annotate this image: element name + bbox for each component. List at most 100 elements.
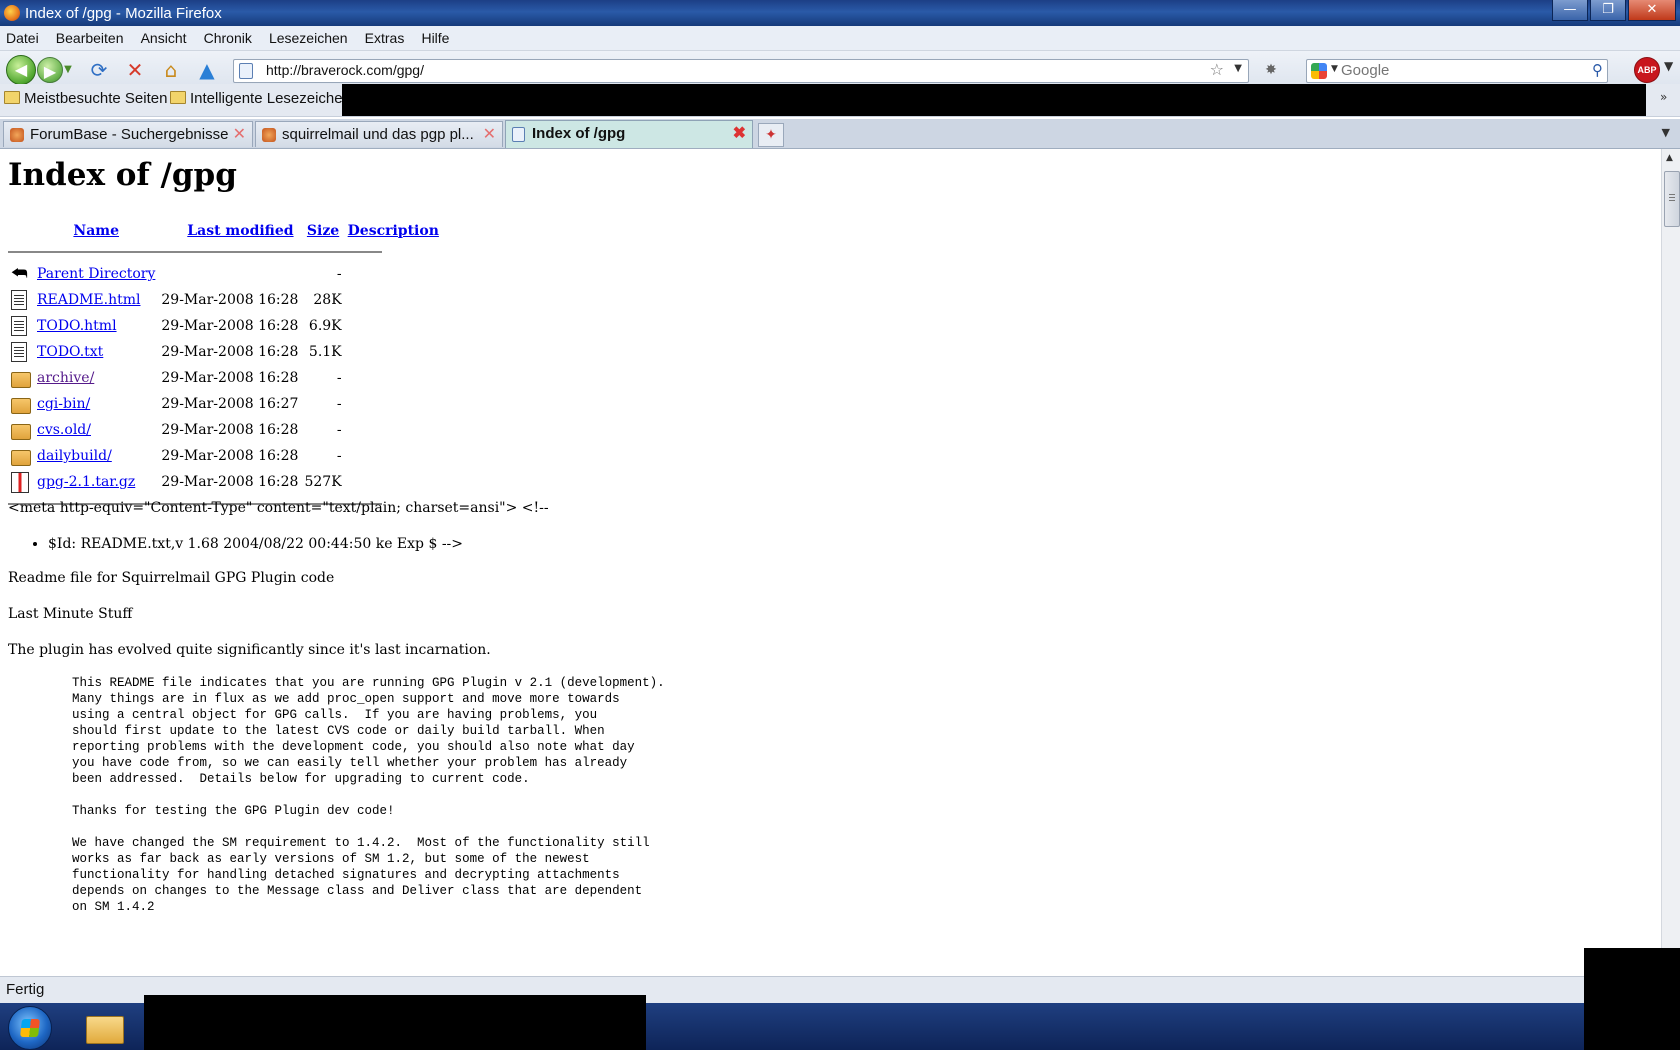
redacted-region <box>342 84 1646 116</box>
reload-icon[interactable]: ⟳ <box>86 58 112 82</box>
tab-label: squirrelmail und das pgp pl... <box>282 126 474 143</box>
scrollbar-thumb[interactable] <box>1664 171 1680 227</box>
menu-chronik[interactable]: Chronik <box>198 26 258 50</box>
folder-link[interactable]: archive/ <box>37 370 94 386</box>
adblock-button[interactable]: ABP <box>1634 57 1660 83</box>
page-content: Index of /gpg Name Last modified Size De… <box>0 149 1661 976</box>
bookmark-label: Intelligente Lesezeiche <box>190 90 343 107</box>
url-dropdown-icon[interactable]: ▼ <box>1234 63 1242 74</box>
folder-icon <box>11 372 31 388</box>
toolbar-overflow-icon[interactable]: ▼ <box>1664 59 1673 73</box>
status-text: Fertig <box>6 981 45 998</box>
tab-label: ForumBase - Suchergebnisse <box>30 126 229 143</box>
address-url[interactable]: http://braverock.com/gpg/ <box>266 62 424 78</box>
menu-hilfe[interactable]: Hilfe <box>415 26 455 50</box>
file-modified: 29-Mar-2008 16:28 <box>161 344 299 360</box>
search-input[interactable] <box>1341 61 1571 79</box>
bookmark-intelligente[interactable]: Intelligente Lesezeiche <box>170 90 343 107</box>
history-dropdown-icon[interactable]: ▼ <box>62 58 74 82</box>
menu-datei[interactable]: Datei <box>0 26 45 50</box>
new-tab-button[interactable]: ✦ <box>758 123 784 147</box>
folder-icon <box>11 398 31 414</box>
bookmarks-overflow-icon[interactable]: » <box>1660 90 1667 104</box>
page-icon <box>239 63 253 79</box>
bookmark-star-icon[interactable]: ☆ <box>1210 60 1224 79</box>
archive-file-icon <box>11 471 29 493</box>
file-size: 6.9K <box>308 318 342 334</box>
text-file-icon <box>11 316 27 336</box>
home-icon[interactable]: ⌂ <box>158 58 184 82</box>
menu-extras[interactable]: Extras <box>359 26 411 50</box>
table-row: dailybuild/ 29-Mar-2008 16:28 - <box>8 443 442 469</box>
sort-by-description-link[interactable]: Description <box>348 223 439 239</box>
explorer-taskbar-button[interactable] <box>84 1008 124 1046</box>
tab-index-gpg[interactable]: Index of /gpg ✖ <box>505 120 753 148</box>
list-item: $Id: README.txt,v 1.68 2004/08/22 00:44:… <box>48 536 463 552</box>
forward-button[interactable]: ▶ <box>37 57 63 83</box>
forum-favicon-icon <box>262 128 276 142</box>
folder-link[interactable]: dailybuild/ <box>37 448 112 464</box>
back-button[interactable]: ◀ <box>6 55 36 85</box>
file-size: - <box>336 396 342 412</box>
tab-squirrelmail[interactable]: squirrelmail und das pgp pl... ✕ <box>255 121 503 147</box>
speech-bubble-icon[interactable]: ▲ <box>194 58 220 82</box>
folder-icon <box>170 91 186 104</box>
bookmark-label: Meistbesuchte Seiten <box>24 90 168 107</box>
file-link[interactable]: TODO.html <box>37 318 117 334</box>
table-row: archive/ 29-Mar-2008 16:28 - <box>8 365 442 391</box>
new-tab-icon: ✦ <box>765 127 777 143</box>
file-link[interactable]: gpg-2.1.tar.gz <box>37 474 135 490</box>
table-row: gpg-2.1.tar.gz 29-Mar-2008 16:28 527K <box>8 469 442 495</box>
folder-icon <box>11 450 31 466</box>
file-size: - <box>336 370 342 386</box>
tab-forumbase[interactable]: ForumBase - Suchergebnisse ✕ <box>3 121 253 147</box>
search-magnifier-icon[interactable]: ⚲ <box>1592 61 1603 79</box>
readme-paragraph: Readme file for Squirrelmail GPG Plugin … <box>8 570 335 586</box>
text-file-icon <box>11 290 27 310</box>
search-engine-dropdown-icon[interactable]: ▼ <box>1331 64 1338 74</box>
menu-ansicht[interactable]: Ansicht <box>135 26 193 50</box>
menu-bearbeiten[interactable]: Bearbeiten <box>50 26 130 50</box>
window-titlebar: Index of /gpg - Mozilla Firefox — ❐ ✕ <box>0 0 1680 26</box>
maximize-button[interactable]: ❐ <box>1590 0 1626 21</box>
readme-preformatted: This README file indicates that you are … <box>72 676 665 914</box>
all-tabs-dropdown-icon[interactable]: ▼ <box>1662 126 1670 139</box>
vertical-scrollbar[interactable]: ▲ <box>1661 149 1680 976</box>
listing-header: Name Last modified Size Description <box>8 219 442 243</box>
stop-icon[interactable]: ✕ <box>122 58 148 82</box>
folder-star-icon <box>4 91 20 104</box>
folder-link[interactable]: cgi-bin/ <box>37 396 90 412</box>
address-bar[interactable]: http://braverock.com/gpg/ ☆ ▼ <box>233 59 1249 83</box>
menu-lesezeichen[interactable]: Lesezeichen <box>263 26 354 50</box>
search-box: ▼ ⚲ <box>1306 59 1608 83</box>
file-modified: 29-Mar-2008 16:27 <box>161 396 299 412</box>
page-title: Index of /gpg <box>8 157 237 193</box>
sort-by-name-link[interactable]: Name <box>73 223 119 239</box>
bookmarks-toolbar: Meistbesuchte Seiten Intelligente Leseze… <box>0 84 1680 117</box>
file-link[interactable]: TODO.txt <box>37 344 103 360</box>
parent-directory-link[interactable]: Parent Directory <box>37 266 155 282</box>
folder-link[interactable]: cvs.old/ <box>37 422 91 438</box>
google-icon[interactable] <box>1311 63 1327 79</box>
table-row: cvs.old/ 29-Mar-2008 16:28 - <box>8 417 442 443</box>
back-arrow-icon: ⮪ <box>11 262 28 284</box>
file-modified: 29-Mar-2008 16:28 <box>161 292 299 308</box>
window-title: Index of /gpg - Mozilla Firefox <box>25 5 222 22</box>
feed-icon[interactable]: ✸ <box>1258 58 1284 82</box>
page-favicon-icon <box>512 127 525 142</box>
menu-bar: Datei Bearbeiten Ansicht Chronik Lesezei… <box>0 26 1680 51</box>
sort-by-size-link[interactable]: Size <box>307 223 339 239</box>
sort-by-modified-link[interactable]: Last modified <box>187 223 293 239</box>
tab-close-icon[interactable]: ✕ <box>483 124 496 144</box>
file-size: - <box>336 266 342 282</box>
scroll-up-icon[interactable]: ▲ <box>1666 153 1673 163</box>
minimize-button[interactable]: — <box>1552 0 1588 21</box>
file-link[interactable]: README.html <box>37 292 141 308</box>
tab-close-icon[interactable]: ✖ <box>733 123 746 143</box>
close-window-button[interactable]: ✕ <box>1628 0 1676 21</box>
bookmark-meistbesuchte[interactable]: Meistbesuchte Seiten <box>4 90 167 107</box>
redacted-region <box>1584 948 1680 1050</box>
tab-close-icon[interactable]: ✕ <box>233 124 246 144</box>
start-button[interactable] <box>8 1006 52 1050</box>
file-modified: 29-Mar-2008 16:28 <box>161 318 299 334</box>
